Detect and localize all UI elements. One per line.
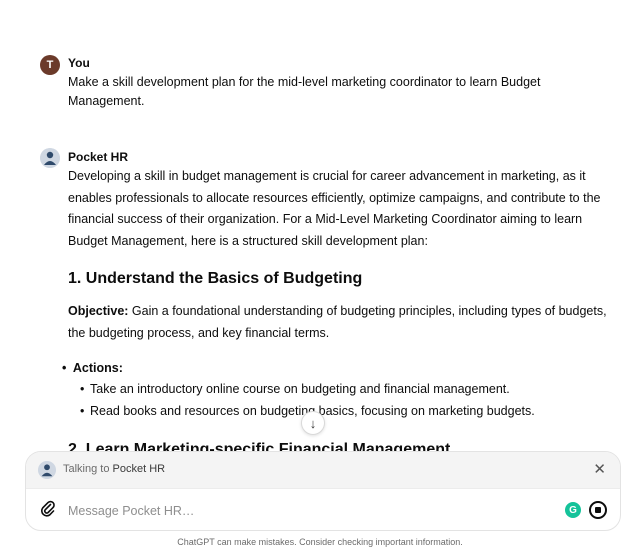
user-avatar-initial: T	[46, 59, 54, 71]
talking-to-name: Pocket HR	[112, 463, 166, 475]
objective-text: Gain a foundational understanding of bud…	[68, 304, 607, 340]
user-message-text: Make a skill development plan for the mi…	[68, 75, 541, 108]
message-composer: Talking to Pocket HR ✕ Message Pocket HR…	[25, 451, 621, 531]
assistant-intro-text: Developing a skill in budget management …	[68, 169, 601, 248]
grammarly-icon[interactable]: G	[565, 502, 581, 518]
section-heading: 1. Understand the Basics of Budgeting	[68, 270, 363, 287]
user-avatar: T	[40, 55, 60, 75]
pocket-hr-logo-icon	[38, 461, 56, 479]
disclaimer-text: ChatGPT can make mistakes. Consider chec…	[177, 537, 463, 547]
objective-paragraph: Objective: Gain a foundational understan…	[68, 300, 610, 344]
talking-to-label: Talking to Pocket HR	[63, 463, 166, 475]
talking-to-bar: Talking to Pocket HR ✕	[26, 452, 620, 489]
message-input[interactable]: Message Pocket HR…	[68, 504, 194, 518]
action-item: Take an introductory online course on bu…	[80, 382, 510, 396]
paperclip-icon[interactable]	[38, 499, 58, 519]
pocket-hr-avatar	[40, 148, 60, 168]
close-icon[interactable]: ✕	[593, 460, 606, 478]
user-message: T You Make a skill development plan for …	[40, 40, 610, 110]
assistant-message: Pocket HR Developing a skill in budget m…	[40, 148, 610, 451]
next-section-heading: 2. Learn Marketing-specific Financial Ma…	[68, 441, 451, 451]
actions-label: • Actions:	[62, 361, 123, 375]
user-author-name: You	[68, 56, 90, 70]
pocket-hr-avatar-small	[38, 461, 56, 479]
pocket-hr-logo-icon	[40, 148, 60, 168]
objective-label: Objective:	[68, 304, 129, 318]
stop-generating-button[interactable]	[589, 501, 607, 519]
assistant-author-name: Pocket HR	[68, 150, 129, 164]
arrow-down-icon: ↓	[309, 415, 317, 431]
scroll-to-bottom-button[interactable]: ↓	[301, 411, 325, 435]
stop-icon	[595, 507, 601, 513]
